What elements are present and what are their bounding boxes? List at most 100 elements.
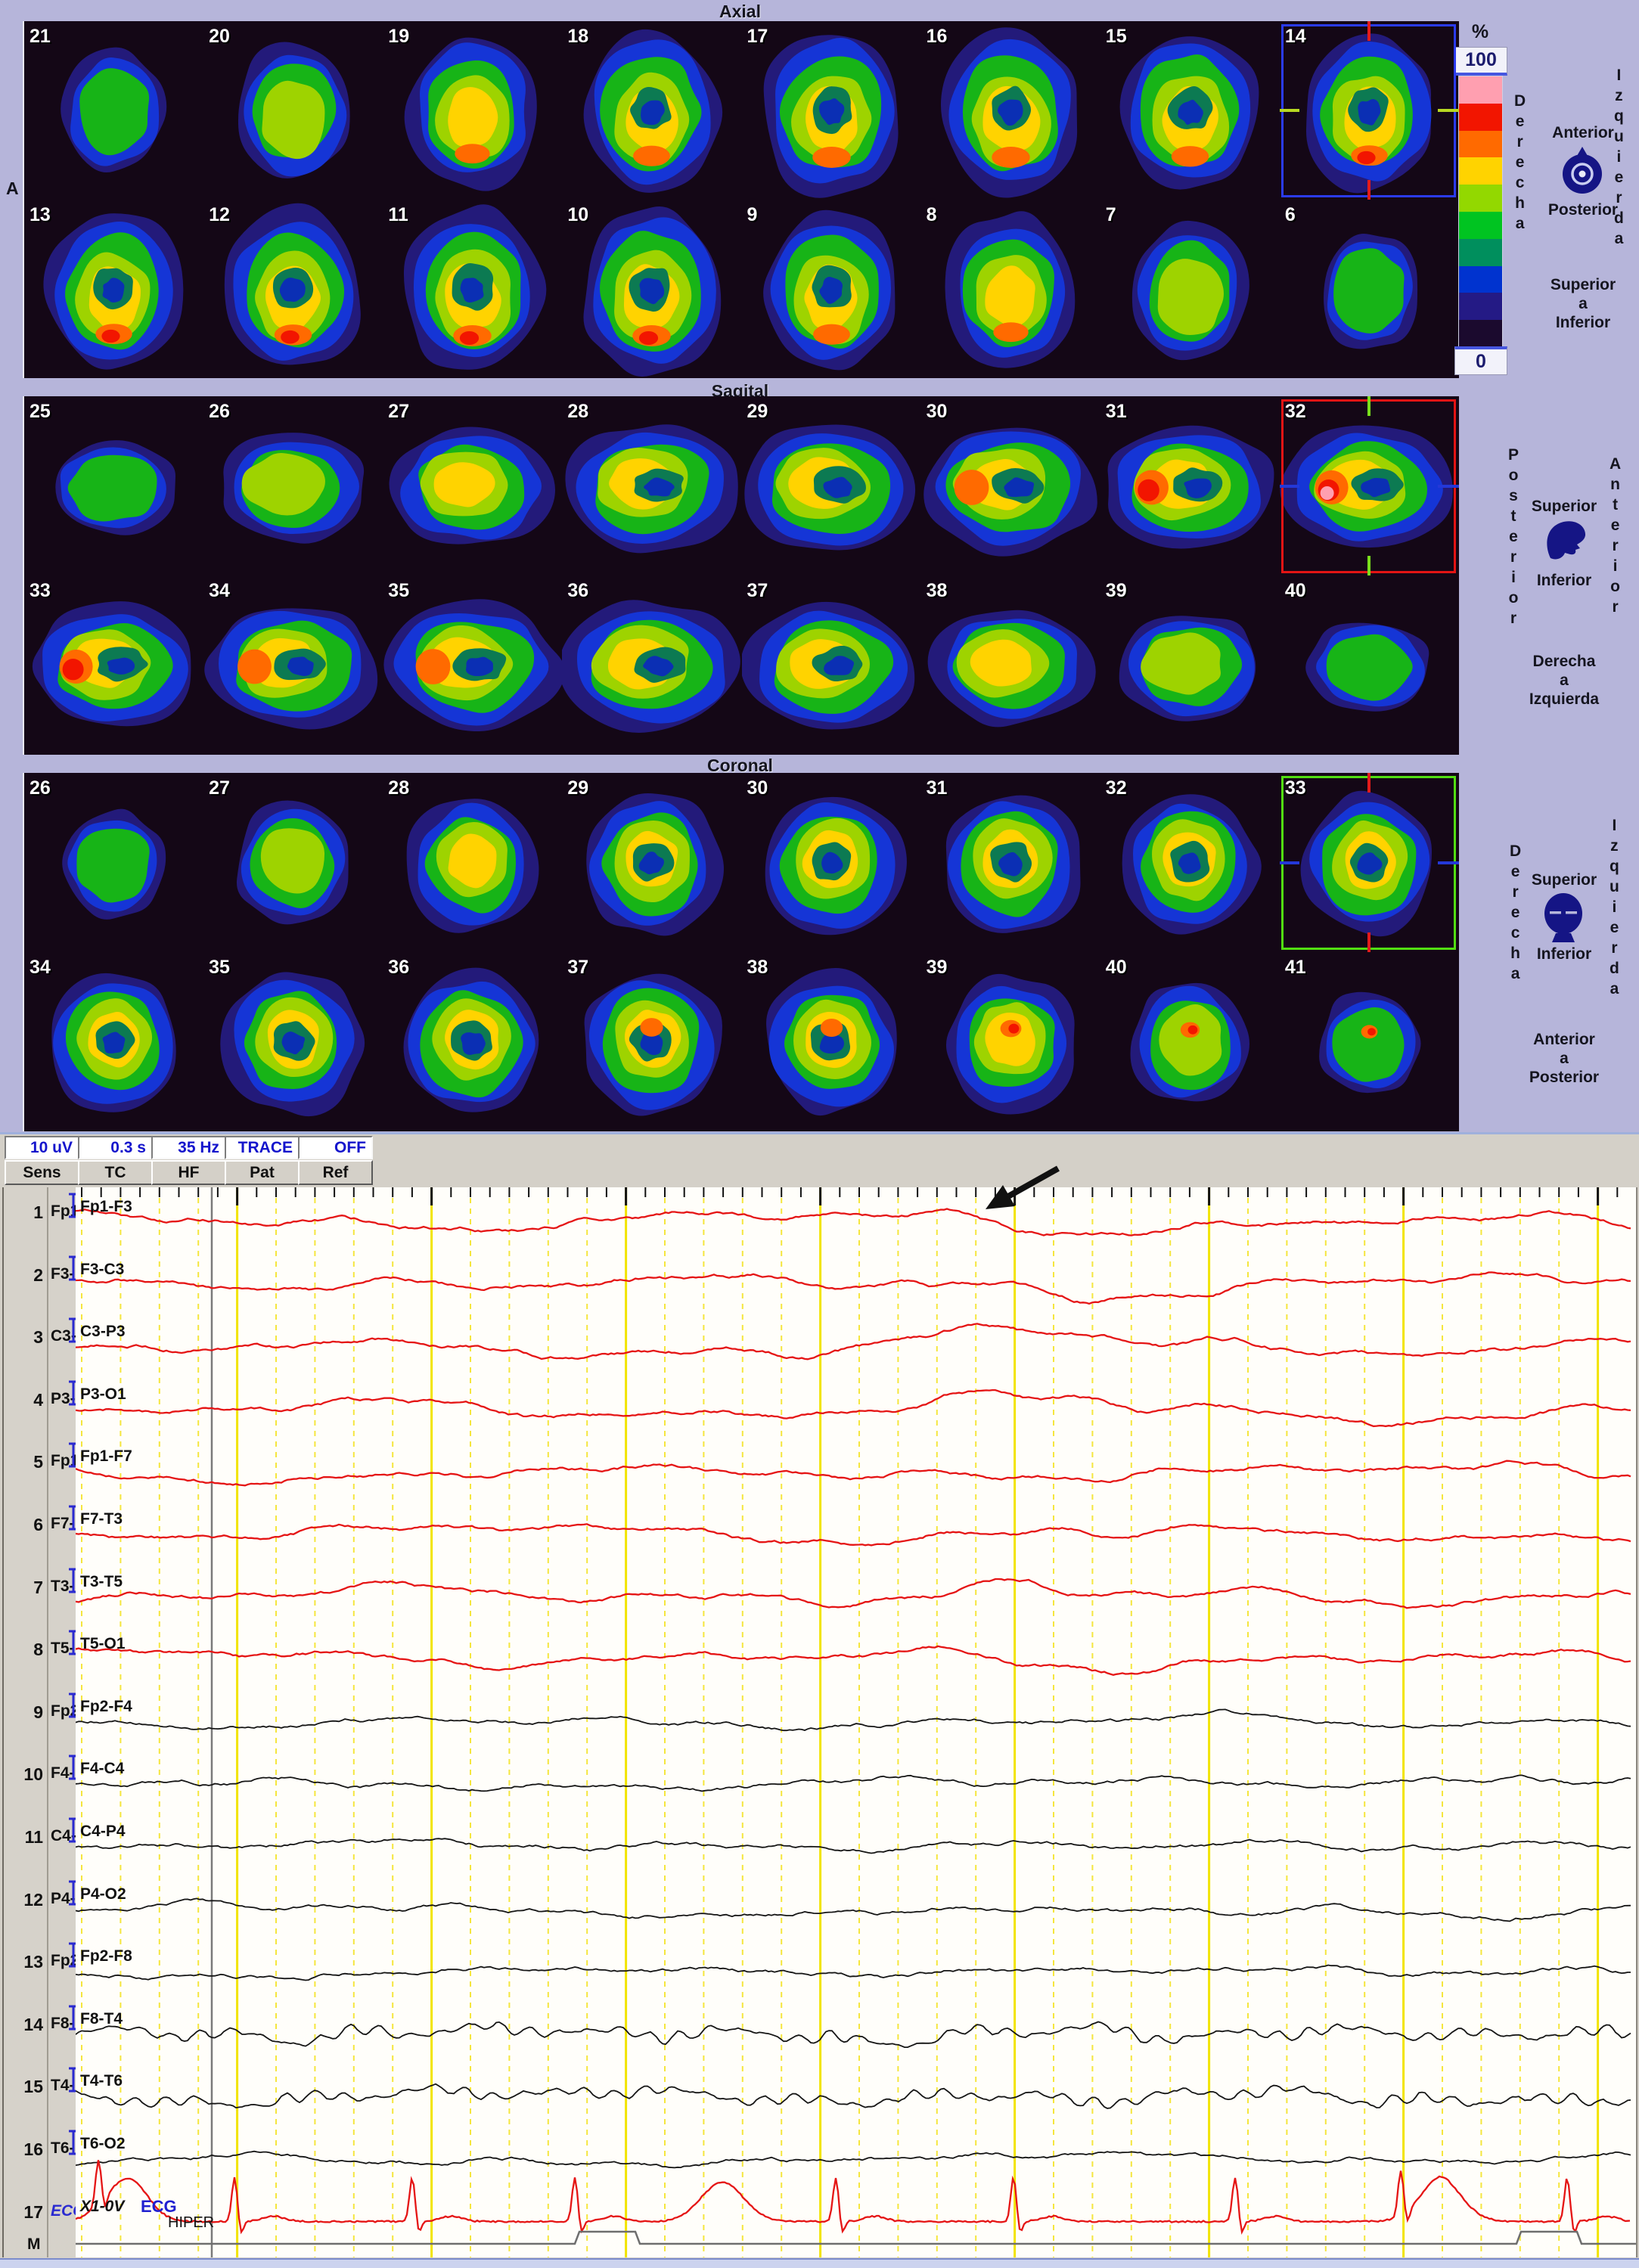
eeg-trace-P4-O2 [76, 1898, 1631, 1921]
slice-cell-axial-6[interactable]: 6 [1280, 200, 1459, 378]
slice-cell-coronal-41[interactable]: 41 [1280, 952, 1459, 1131]
slice-cell-axial-14[interactable]: 14 [1280, 21, 1459, 200]
slice-cell-sagital-26[interactable]: 26 [203, 396, 383, 576]
slice-number: 29 [747, 401, 768, 423]
toolbar-value-pat[interactable]: TRACE [225, 1136, 300, 1159]
eeg-trace-Fp2-F8 [76, 1965, 1631, 1981]
slice-number: 19 [388, 26, 409, 48]
channel-number: 8 [5, 1640, 43, 1660]
slice-cell-coronal-37[interactable]: 37 [562, 952, 741, 1131]
slice-cell-axial-8[interactable]: 8 [921, 200, 1100, 378]
slice-cell-coronal-27[interactable]: 27 [203, 773, 383, 952]
toolbar-value-ref[interactable]: OFF [298, 1136, 373, 1159]
slice-cell-sagital-35[interactable]: 35 [383, 576, 562, 755]
slice-cell-sagital-25[interactable]: 25 [24, 396, 203, 576]
orientation-range-label: AnterioraPosterior [1500, 1030, 1628, 1087]
slice-number: 37 [567, 957, 588, 979]
marker-channel-trace [76, 2232, 1636, 2244]
orientation-range-label: DerechaaIzquierda [1500, 652, 1628, 709]
slice-number: 10 [567, 204, 588, 226]
slice-cell-coronal-33[interactable]: 33 [1280, 773, 1459, 952]
slice-cell-sagital-27[interactable]: 27 [383, 396, 562, 576]
brain-slice-image [203, 576, 383, 755]
slice-cell-axial-15[interactable]: 15 [1100, 21, 1280, 200]
toolbar-button-pat[interactable]: Pat [225, 1160, 300, 1185]
slice-number: 26 [29, 777, 51, 799]
slice-cell-axial-7[interactable]: 7 [1100, 200, 1280, 378]
orientation-top-label: Superior [1504, 498, 1625, 516]
toolbar-button-sens[interactable]: Sens [5, 1160, 79, 1185]
crosshair-tick [1367, 180, 1370, 200]
slice-cell-sagital-37[interactable]: 37 [742, 576, 921, 755]
slice-cell-sagital-32[interactable]: 32 [1280, 396, 1459, 576]
slice-cell-coronal-30[interactable]: 30 [742, 773, 921, 952]
slice-cell-coronal-29[interactable]: 29 [562, 773, 741, 952]
slice-cell-sagital-39[interactable]: 39 [1100, 576, 1280, 755]
slice-cell-axial-10[interactable]: 10 [562, 200, 741, 378]
toolbar-value-hf[interactable]: 35 Hz [151, 1136, 226, 1159]
slice-cell-axial-18[interactable]: 18 [562, 21, 741, 200]
slice-cell-coronal-31[interactable]: 31 [921, 773, 1100, 952]
slice-cell-coronal-39[interactable]: 39 [921, 952, 1100, 1131]
eeg-trace-X1-0V [76, 2160, 1630, 2232]
slice-cell-axial-12[interactable]: 12 [203, 200, 383, 378]
orientation-bottom-label: Inferior [1504, 945, 1625, 963]
slice-cell-sagital-40[interactable]: 40 [1280, 576, 1459, 755]
slice-cell-sagital-33[interactable]: 33 [24, 576, 203, 755]
eeg-plot[interactable] [76, 1187, 1637, 2257]
slice-cell-coronal-40[interactable]: 40 [1100, 952, 1280, 1131]
channel-pair-label: P3-O1 [80, 1385, 126, 1404]
toolbar-button-ref[interactable]: Ref [298, 1160, 373, 1185]
toolbar-value-sens[interactable]: 10 uV [5, 1136, 79, 1159]
slice-cell-sagital-31[interactable]: 31 [1100, 396, 1280, 576]
slice-selection-box [1281, 24, 1456, 197]
slice-cell-sagital-30[interactable]: 30 [921, 396, 1100, 576]
slice-cell-coronal-34[interactable]: 34 [24, 952, 203, 1131]
eeg-trace-T4-T6 [76, 2084, 1631, 2108]
toolbar-button-tc[interactable]: TC [78, 1160, 153, 1185]
slice-cell-axial-20[interactable]: 20 [203, 21, 383, 200]
brain-slice-image [383, 200, 562, 378]
slice-cell-coronal-38[interactable]: 38 [742, 952, 921, 1131]
slice-number: 8 [927, 204, 937, 226]
slice-cell-sagital-34[interactable]: 34 [203, 576, 383, 755]
slice-cell-coronal-28[interactable]: 28 [383, 773, 562, 952]
toolbar-button-hf[interactable]: HF [151, 1160, 226, 1185]
slice-number: 28 [388, 777, 409, 799]
slice-cell-sagital-36[interactable]: 36 [562, 576, 741, 755]
slice-cell-sagital-29[interactable]: 29 [742, 396, 921, 576]
sagital-slice-panel: 25262728293031323334353637383940 [23, 396, 1459, 755]
orientation-top-label: Superior [1504, 871, 1625, 889]
slice-number: 16 [927, 26, 948, 48]
slice-cell-coronal-26[interactable]: 26 [24, 773, 203, 952]
slice-cell-axial-13[interactable]: 13 [24, 200, 203, 378]
colorbar-scale [1458, 76, 1503, 348]
brain-slice-image [1100, 952, 1280, 1131]
eeg-trace-T3-T5 [76, 1579, 1631, 1608]
slice-cell-coronal-32[interactable]: 32 [1100, 773, 1280, 952]
slice-cell-axial-16[interactable]: 16 [921, 21, 1100, 200]
slice-cell-axial-11[interactable]: 11 [383, 200, 562, 378]
slice-cell-axial-19[interactable]: 19 [383, 21, 562, 200]
slice-cell-axial-17[interactable]: 17 [742, 21, 921, 200]
slice-cell-axial-21[interactable]: 21 [24, 21, 203, 200]
orientation-right-label: Anterior [1610, 454, 1621, 617]
slice-number: 37 [747, 580, 768, 602]
channel-pair-label: T5-O1 [80, 1635, 126, 1653]
colorbar-band [1459, 157, 1502, 185]
event-annotation: HIPER [168, 2214, 214, 2232]
slice-number: 40 [1106, 957, 1127, 979]
colorbar-band [1459, 185, 1502, 212]
channel-pair-label: Fp1-F3 [80, 1198, 132, 1216]
brain-slice-image [742, 576, 921, 755]
channel-pair-label: P4-O2 [80, 1885, 126, 1903]
toolbar-value-tc[interactable]: 0.3 s [78, 1136, 153, 1159]
slice-cell-coronal-35[interactable]: 35 [203, 952, 383, 1131]
slice-cell-sagital-28[interactable]: 28 [562, 396, 741, 576]
orientation-range-label: SuperioraInferior [1519, 275, 1639, 332]
brain-slice-image [383, 576, 562, 755]
slice-cell-sagital-38[interactable]: 38 [921, 576, 1100, 755]
slice-cell-axial-9[interactable]: 9 [742, 200, 921, 378]
slice-cell-coronal-36[interactable]: 36 [383, 952, 562, 1131]
eeg-trace-F4-C4 [76, 1775, 1631, 1791]
